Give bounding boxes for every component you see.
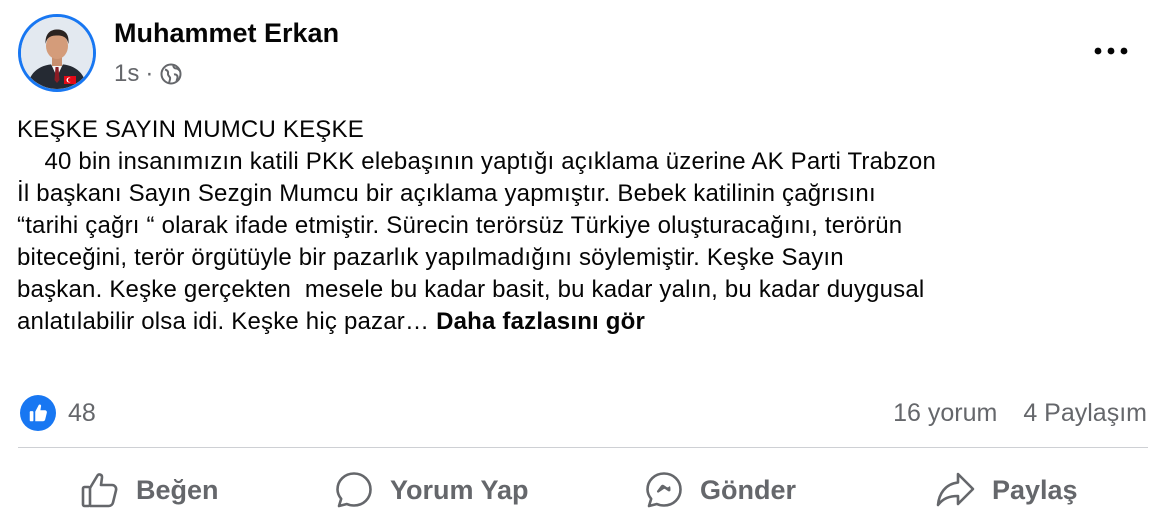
- post-text: KEŞKE SAYIN MUMCU KEŞKE 40 bin insanımız…: [17, 114, 1152, 338]
- avatar-photo: [21, 17, 93, 89]
- reaction-summary[interactable]: 48: [20, 395, 96, 431]
- share-arrow-icon: [936, 472, 975, 507]
- post-text-line: “tarihi çağrı “ olarak ifade etmiştir. S…: [17, 212, 903, 239]
- more-options-icon[interactable]: [1088, 36, 1134, 66]
- send-button[interactable]: Gönder: [644, 466, 796, 514]
- author-name[interactable]: Muhammet Erkan: [114, 16, 339, 50]
- share-count-link[interactable]: 4 Paylaşım: [1023, 399, 1147, 428]
- like-button[interactable]: Beğen: [80, 466, 219, 514]
- comment-button[interactable]: Yorum Yap: [334, 466, 529, 514]
- meta-separator: ·: [145, 60, 154, 87]
- post-text-line: 40 bin insanımızın katili PKK elebaşının…: [17, 148, 937, 175]
- like-button-label: Beğen: [136, 474, 219, 505]
- comment-button-label: Yorum Yap: [390, 474, 529, 505]
- comment-bubble-icon: [336, 472, 372, 508]
- share-button[interactable]: Paylaş: [934, 466, 1078, 514]
- post-text-last-line: anlatılabilir olsa idi. Keşke hiç pazar……: [17, 306, 1152, 338]
- comment-count-link[interactable]: 16 yorum: [893, 399, 997, 428]
- share-button-label: Paylaş: [992, 474, 1078, 505]
- post-text-line: biteceğini, terör örgütüyle bir pazarlık…: [17, 244, 844, 271]
- post-text-line: İl başkanı Sayın Sezgin Mumcu bir açıkla…: [17, 180, 876, 207]
- like-reaction-icon: [20, 395, 56, 431]
- messenger-icon: [646, 472, 682, 508]
- thumbs-up-icon: [81, 473, 118, 508]
- author-avatar[interactable]: [18, 14, 96, 92]
- actions-divider: [18, 447, 1148, 448]
- engagement-stats: 16 yorum 4 Paylaşım: [893, 395, 1147, 431]
- post-actions-bar: Beğen Yorum Yap Gönder Paylaş: [0, 466, 1160, 514]
- post-text-line: anlatılabilir olsa idi. Keşke hiç pazar…: [17, 308, 437, 335]
- send-button-label: Gönder: [700, 474, 797, 505]
- see-more-link[interactable]: Daha fazlasını gör: [436, 308, 645, 335]
- post-text-line: KEŞKE SAYIN MUMCU KEŞKE: [17, 116, 364, 143]
- post-timestamp[interactable]: 1s: [114, 60, 139, 88]
- reaction-count: 48: [68, 398, 96, 427]
- post-text-line: başkan. Keşke gerçekten mesele bu kadar …: [17, 276, 925, 303]
- globe-icon: [159, 62, 183, 86]
- post-meta: 1s ·: [114, 58, 183, 90]
